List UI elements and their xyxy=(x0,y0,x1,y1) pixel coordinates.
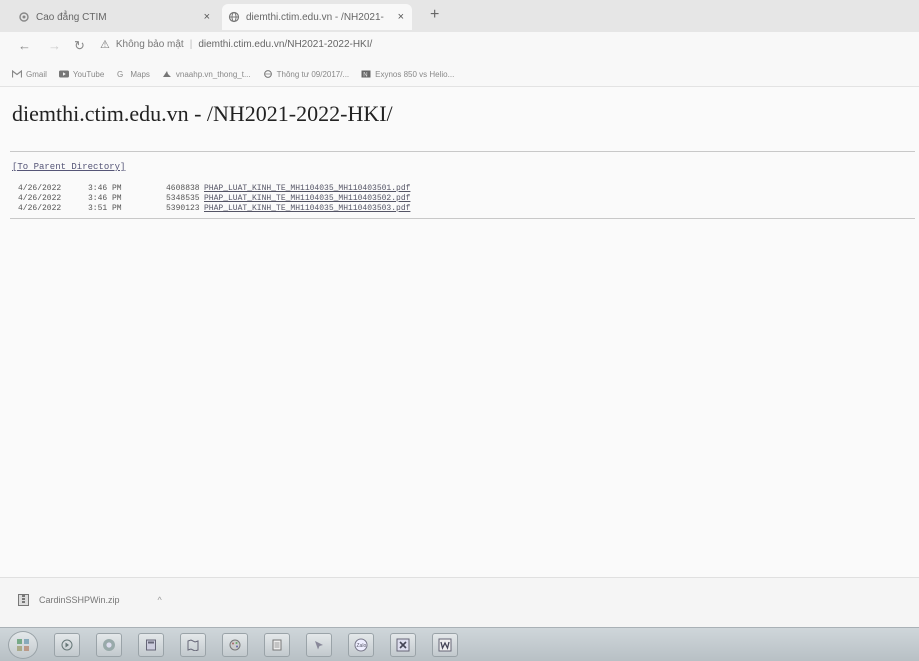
svg-text:Zalo: Zalo xyxy=(357,643,367,649)
divider xyxy=(10,218,915,219)
address-bar[interactable]: ⚠ Không bảo mật | diemthi.ctim.edu.vn/NH… xyxy=(100,38,372,51)
download-filename[interactable]: CardinSSHPWin.zip xyxy=(39,595,120,605)
notepad-icon[interactable] xyxy=(264,632,290,657)
file-date: 4/26/2022 xyxy=(18,184,62,193)
warning-icon[interactable]: ⚠ xyxy=(100,38,110,51)
page-content: diemthi.ctim.edu.vn - /NH2021-2022-HKI/ … xyxy=(0,87,919,577)
file-listing: 4/26/2022 3:46 PM 4608838 PHAP_LUAT_KINH… xyxy=(18,184,410,214)
svg-text:G: G xyxy=(117,70,123,78)
calculator-icon[interactable] xyxy=(138,632,164,657)
svg-text:N: N xyxy=(363,72,367,78)
tab-strip: Cao đẳng CTIM × diemthi.ctim.edu.vn - /N… xyxy=(0,0,919,32)
excel-icon[interactable] xyxy=(390,632,416,657)
paint-icon[interactable] xyxy=(222,632,248,657)
download-item[interactable]: CardinSSHPWin.zip ^ xyxy=(18,594,162,606)
file-link[interactable]: PHAP_LUAT_KINH_TE_MH1104035_MH110403502.… xyxy=(204,194,410,204)
tab-cao-dang-ctim[interactable]: Cao đẳng CTIM × xyxy=(18,4,218,30)
tab-title: Cao đẳng CTIM xyxy=(36,11,107,23)
chrome-icon[interactable] xyxy=(96,632,122,657)
file-date: 4/26/2022 xyxy=(18,204,62,213)
file-size: 5390123 xyxy=(166,204,200,213)
zip-file-icon xyxy=(18,594,29,606)
page-title: diemthi.ctim.edu.vn - /NH2021-2022-HKI/ xyxy=(12,101,393,126)
maps-icon: G xyxy=(117,70,123,78)
parent-directory-link[interactable]: [To Parent Directory] xyxy=(12,162,125,172)
list-item: 4/26/2022 3:51 PM 5390123 PHAP_LUAT_KINH… xyxy=(18,204,410,214)
close-tab-icon[interactable]: × xyxy=(398,11,404,23)
youtube-icon xyxy=(58,70,69,78)
chevron-up-icon[interactable]: ^ xyxy=(158,595,162,605)
file-time: 3:46 PM xyxy=(88,194,122,203)
back-icon[interactable]: ← xyxy=(18,38,31,53)
globe-icon xyxy=(263,70,272,78)
download-shelf: CardinSSHPWin.zip ^ xyxy=(0,577,919,628)
bookmark-icon xyxy=(162,71,171,77)
bookmarks-bar: Gmail YouTube G Maps vnaahp.vn_thong_t..… xyxy=(0,62,919,87)
bookmark-thong-tu[interactable]: Thông tư 09/2017/... xyxy=(263,69,350,79)
file-size: 4608838 xyxy=(166,184,200,193)
new-tab-button[interactable]: + xyxy=(430,6,439,24)
close-tab-icon[interactable]: × xyxy=(204,11,210,23)
maps-app-icon[interactable] xyxy=(180,632,206,657)
file-time: 3:46 PM xyxy=(88,184,122,193)
security-label[interactable]: Không bảo mật xyxy=(116,39,184,50)
bookmark-gmail[interactable]: Gmail xyxy=(12,70,47,79)
divider xyxy=(10,151,915,152)
start-orb-icon[interactable] xyxy=(8,630,38,659)
bookmark-label: Gmail xyxy=(26,69,47,79)
navigation-bar: ← → ↻ ⚠ Không bảo mật | diemthi.ctim.edu… xyxy=(0,32,919,62)
bookmark-label: Thông tư 09/2017/... xyxy=(276,69,350,79)
tab-diemthi[interactable]: diemthi.ctim.edu.vn - /NH2021- × xyxy=(222,4,412,30)
cursor-icon[interactable] xyxy=(306,632,332,657)
bookmark-vnaahp[interactable]: vnaahp.vn_thong_t... xyxy=(162,70,251,79)
divider: | xyxy=(189,39,193,50)
file-link[interactable]: PHAP_LUAT_KINH_TE_MH1104035_MH110403503.… xyxy=(204,204,410,214)
bookmark-icon: N xyxy=(361,70,371,78)
zalo-icon[interactable]: Zalo xyxy=(348,632,374,657)
file-link[interactable]: PHAP_LUAT_KINH_TE_MH1104035_MH110403501.… xyxy=(204,184,410,194)
file-size: 5348535 xyxy=(166,194,200,203)
bookmark-label: Maps xyxy=(130,69,150,79)
word-icon[interactable] xyxy=(432,632,458,657)
bookmark-exynos[interactable]: N Exynos 850 vs Helio... xyxy=(361,70,454,79)
bookmark-label: Exynos 850 vs Helio... xyxy=(375,69,455,79)
file-time: 3:51 PM xyxy=(88,204,122,213)
reload-icon[interactable]: ↻ xyxy=(74,38,85,54)
bookmark-maps[interactable]: G Maps xyxy=(116,70,150,79)
globe-icon xyxy=(228,11,240,23)
bookmark-label: vnaahp.vn_thong_t... xyxy=(175,69,251,79)
list-item: 4/26/2022 3:46 PM 5348535 PHAP_LUAT_KINH… xyxy=(18,194,410,204)
tab-title: diemthi.ctim.edu.vn - /NH2021- xyxy=(246,11,384,23)
taskbar: Zalo xyxy=(0,627,919,661)
favicon-icon xyxy=(19,12,29,22)
forward-icon[interactable]: → xyxy=(48,38,61,53)
url-text[interactable]: diemthi.ctim.edu.vn/NH2021-2022-HKI/ xyxy=(198,39,372,50)
bookmark-label: YouTube xyxy=(72,69,105,79)
list-item: 4/26/2022 3:46 PM 4608838 PHAP_LUAT_KINH… xyxy=(18,184,410,194)
file-date: 4/26/2022 xyxy=(18,194,62,203)
media-player-icon[interactable] xyxy=(54,632,80,657)
bookmark-youtube[interactable]: YouTube xyxy=(58,69,105,79)
gmail-icon xyxy=(12,70,22,78)
